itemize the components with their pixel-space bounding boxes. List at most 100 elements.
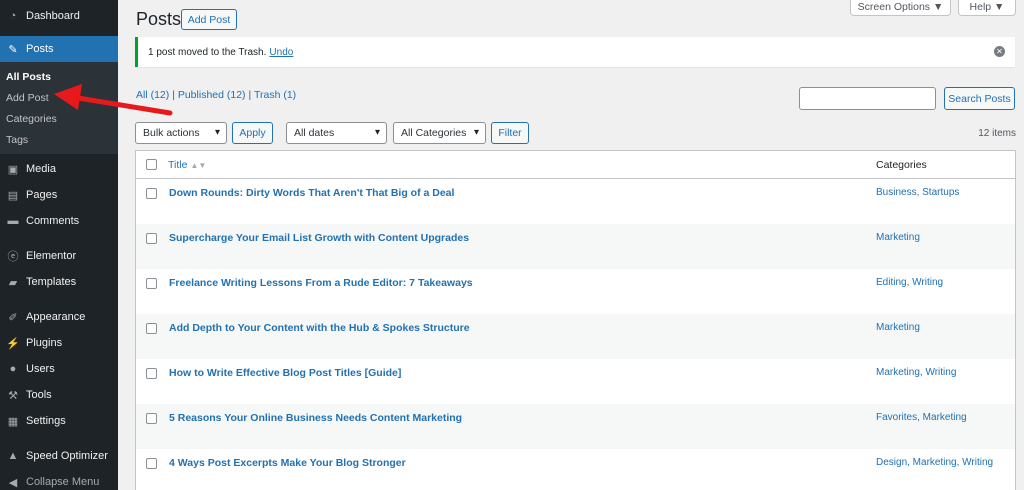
collapse-icon: ◀ [8, 476, 18, 489]
table-row: How to Write Effective Blog Post Titles … [136, 359, 1015, 404]
brush-icon: ✐ [8, 311, 18, 324]
submenu-all-posts[interactable]: All Posts [0, 66, 118, 87]
folder-icon: ▰ [8, 276, 18, 289]
menu-tools-label: Tools [26, 389, 52, 401]
post-title-link[interactable]: 4 Ways Post Excerpts Make Your Blog Stro… [169, 457, 406, 469]
row-checkbox[interactable] [146, 278, 157, 289]
menu-comments-label: Comments [26, 215, 80, 227]
menu-settings-label: Settings [26, 415, 66, 427]
sort-icon: ▲▼ [190, 160, 207, 170]
admin-sidebar: ◔ Dashboard ✎ Posts All Posts Add Post C… [0, 0, 118, 490]
row-checkbox[interactable] [146, 458, 157, 469]
column-categories: Categories [876, 158, 927, 171]
table-header: Title ▲▼ Categories [136, 151, 1015, 179]
screen-options-button[interactable]: Screen Options ▼ [850, 0, 951, 16]
post-categories[interactable]: Marketing [876, 322, 920, 333]
main-content: Posts Add Post Screen Options ▼ Help ▼ 1… [118, 0, 1024, 490]
post-title-link[interactable]: How to Write Effective Blog Post Titles … [169, 367, 401, 379]
menu-users[interactable]: ● Users [0, 356, 118, 382]
menu-dashboard[interactable]: ◔ Dashboard [0, 4, 118, 28]
menu-speed-optimizer[interactable]: ▲ Speed Optimizer [0, 443, 118, 469]
collapse-menu-button[interactable]: ◀ Collapse Menu [0, 469, 118, 490]
menu-media-label: Media [26, 163, 56, 175]
menu-posts[interactable]: ✎ Posts [0, 36, 118, 62]
row-checkbox[interactable] [146, 188, 157, 199]
submenu-add-post[interactable]: Add Post [0, 87, 118, 108]
menu-plugins-label: Plugins [26, 337, 63, 349]
menu-templates-label: Templates [26, 276, 77, 288]
menu-pages[interactable]: ▤ Pages [0, 182, 118, 208]
pages-icon: ▤ [7, 189, 19, 202]
bulk-actions-select[interactable]: Bulk actions ▾ [135, 122, 227, 144]
help-button[interactable]: Help ▼ [958, 0, 1016, 16]
post-categories[interactable]: Marketing [876, 232, 920, 243]
post-title-link[interactable]: Add Depth to Your Content with the Hub &… [169, 322, 470, 334]
table-row: Add Depth to Your Content with the Hub &… [136, 314, 1015, 359]
dismiss-icon[interactable]: ✕ [994, 46, 1005, 57]
items-count: 12 items [978, 128, 1016, 139]
wrench-icon: ⚒ [8, 389, 18, 402]
table-row: Down Rounds: Dirty Words That Aren't Tha… [136, 179, 1015, 224]
menu-plugins[interactable]: ⚡ Plugins [0, 330, 118, 356]
row-checkbox[interactable] [146, 323, 157, 334]
media-icon: ▣ [7, 163, 19, 176]
undo-link[interactable]: Undo [269, 47, 293, 58]
speed-icon: ▲ [7, 450, 19, 462]
post-title-link[interactable]: Down Rounds: Dirty Words That Aren't Tha… [169, 187, 454, 199]
menu-comments[interactable]: ▬ Comments [0, 208, 118, 234]
row-checkbox[interactable] [146, 368, 157, 379]
add-post-button[interactable]: Add Post [181, 9, 237, 30]
menu-templates[interactable]: ▰ Templates [0, 269, 118, 295]
table-row: 5 Reasons Your Online Business Needs Con… [136, 404, 1015, 449]
elementor-icon: ⓔ [7, 251, 19, 263]
column-title[interactable]: Title ▲▼ [168, 159, 206, 171]
menu-settings[interactable]: ▦ Settings [0, 408, 118, 434]
post-categories[interactable]: Favorites, Marketing [876, 412, 967, 423]
menu-tools[interactable]: ⚒ Tools [0, 382, 118, 408]
menu-appearance-label: Appearance [26, 311, 86, 323]
menu-appearance[interactable]: ✐ Appearance [0, 304, 118, 330]
bulk-actions-value: Bulk actions [143, 127, 200, 139]
select-all-checkbox[interactable] [146, 159, 157, 170]
post-categories[interactable]: Design, Marketing, Writing [876, 457, 993, 468]
post-title-link[interactable]: Supercharge Your Email List Growth with … [169, 232, 469, 244]
table-row: Freelance Writing Lessons From a Rude Ed… [136, 269, 1015, 314]
pin-icon: ✎ [8, 43, 18, 56]
post-title-link[interactable]: Freelance Writing Lessons From a Rude Ed… [169, 277, 473, 289]
menu-media[interactable]: ▣ Media [0, 156, 118, 182]
categories-value: All Categories [401, 127, 467, 139]
dates-select[interactable]: All dates ▾ [286, 122, 387, 144]
posts-submenu: All Posts Add Post Categories Tags [0, 62, 118, 154]
menu-posts-label: Posts [26, 43, 54, 55]
row-checkbox[interactable] [146, 233, 157, 244]
settings-icon: ▦ [7, 415, 19, 428]
collapse-menu-label: Collapse Menu [26, 476, 100, 488]
post-title-link[interactable]: 5 Reasons Your Online Business Needs Con… [169, 412, 462, 424]
dashboard-icon: ◔ [9, 10, 17, 22]
apply-button[interactable]: Apply [232, 122, 273, 144]
filter-button[interactable]: Filter [491, 122, 529, 144]
chevron-down-icon: ▾ [214, 127, 220, 138]
view-all[interactable]: All (12) [136, 89, 169, 101]
post-categories[interactable]: Business, Startups [876, 187, 959, 198]
categories-select[interactable]: All Categories ▾ [393, 122, 486, 144]
table-row: Supercharge Your Email List Growth with … [136, 224, 1015, 269]
chevron-down-icon: ▾ [374, 127, 380, 138]
menu-dashboard-label: Dashboard [26, 10, 80, 22]
post-categories[interactable]: Marketing, Writing [876, 367, 956, 378]
menu-pages-label: Pages [26, 189, 58, 201]
table-row: 4 Ways Post Excerpts Make Your Blog Stro… [136, 449, 1015, 490]
row-checkbox[interactable] [146, 413, 157, 424]
view-trash[interactable]: Trash (1) [254, 89, 296, 101]
menu-elementor-label: Elementor [26, 250, 77, 262]
post-categories[interactable]: Editing, Writing [876, 277, 943, 288]
submenu-tags[interactable]: Tags [0, 129, 118, 150]
trash-notice: 1 post moved to the Trash. Undo ✕ [135, 37, 1015, 67]
search-input[interactable] [799, 87, 936, 110]
chevron-down-icon: ▾ [473, 127, 479, 138]
notice-text: 1 post moved to the Trash. [148, 46, 267, 58]
view-published[interactable]: Published (12) [178, 89, 246, 101]
search-posts-button[interactable]: Search Posts [944, 87, 1015, 110]
menu-elementor[interactable]: ⓔ Elementor [0, 243, 118, 269]
submenu-categories[interactable]: Categories [0, 108, 118, 129]
